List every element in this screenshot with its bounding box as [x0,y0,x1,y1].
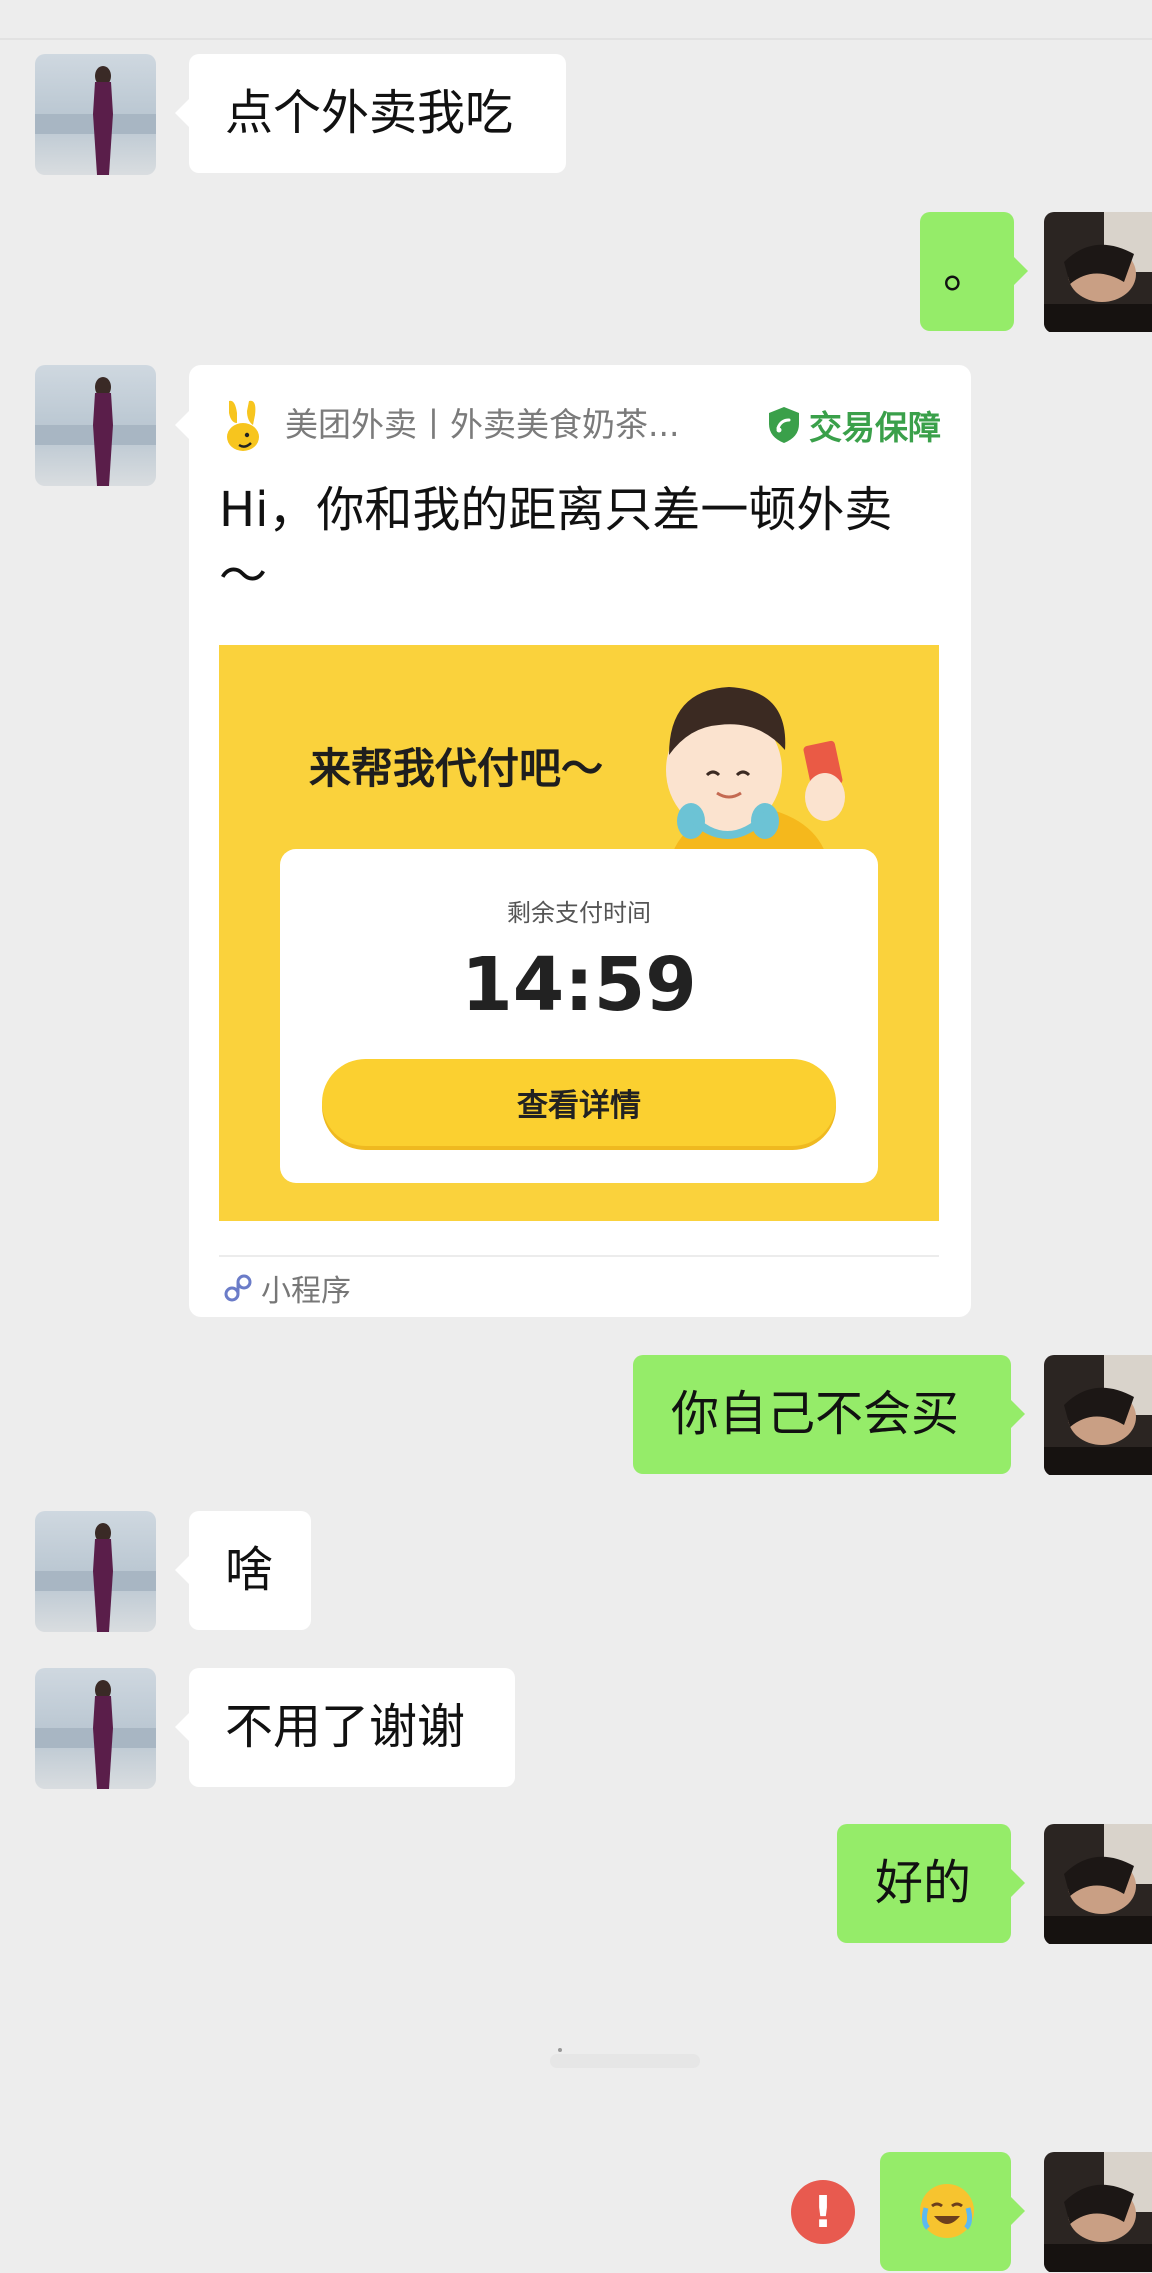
card-title: Hi，你和我的距离只差一顿外卖～ [219,482,893,604]
shield-icon [769,407,799,443]
cartoon-boy-illustration [666,687,845,865]
meituan-kangaroo-icon [227,400,259,451]
message-bubble[interactable] [880,2152,1025,2271]
message-bubble[interactable]: 点个外卖我吃 [175,54,566,173]
peer-avatar[interactable] [35,1511,156,1632]
beach-portrait-image [35,1668,156,1789]
message-text: 你自己不会买 [671,1386,960,1442]
transaction-guarantee-badge: 交易保障 [767,403,941,447]
message-text: 啥 [225,1542,274,1598]
peer-avatar[interactable] [35,1668,156,1789]
promo-slogan: 来帮我代付吧～ [309,744,604,793]
mini-program-card[interactable]: 美团外卖丨外卖美食奶茶... 交易保障 Hi，你和我的距离只差一顿外卖～ 来帮我… [175,365,971,1317]
my-avatar[interactable] [1044,1355,1152,1476]
message-bubble[interactable]: 好的 [837,1824,1025,1943]
countdown-label: 剩余支付时间 [507,899,651,927]
card-footer: 小程序 [223,1268,351,1309]
countdown-panel: 剩余支付时间 14:59 查看详情 [280,849,878,1183]
my-avatar[interactable] [1044,1824,1152,1945]
view-details-button[interactable]: 查看详情 [322,1059,836,1146]
mini-program-icon [224,1274,252,1302]
beach-portrait-image [35,54,156,175]
promo-banner[interactable]: 来帮我代付吧～ 剩余支付时间 14:59 查看详情 [219,645,939,1221]
my-avatar[interactable] [1044,2152,1152,2273]
countdown-time: 14:59 [461,942,697,1028]
crying-face-icon [920,2184,974,2238]
my-portrait-image [1044,1824,1152,1944]
message-bubble[interactable]: 啥 [175,1511,311,1630]
message-text: 。 [942,243,991,299]
message-bubble[interactable]: 不用了谢谢 [175,1668,515,1787]
send-failed-icon[interactable]: ! [791,2180,855,2244]
beach-portrait-image [35,1511,156,1632]
top-divider [0,38,1152,40]
card-header: 美团外卖丨外卖美食奶茶... 交易保障 [219,395,941,455]
peer-avatar[interactable] [35,365,156,486]
message-bubble[interactable]: 。 [920,212,1028,331]
my-portrait-image [1044,1355,1152,1475]
peer-avatar[interactable] [35,54,156,175]
mini-program-label: 小程序 [261,1274,351,1309]
guarantee-label: 交易保障 [809,408,941,447]
card-divider [219,1255,939,1257]
my-portrait-image [1044,2152,1152,2272]
beach-portrait-image [35,365,156,486]
message-bubble[interactable]: 你自己不会买 [633,1355,1025,1474]
mini-program-name: 美团外卖丨外卖美食奶茶... [285,405,680,444]
my-avatar[interactable] [1044,212,1152,333]
message-text: 不用了谢谢 [225,1699,466,1755]
my-portrait-image [1044,212,1152,332]
message-text: 点个外卖我吃 [225,85,514,141]
blurred-system-notice [550,2048,700,2068]
message-text: 好的 [875,1855,972,1911]
